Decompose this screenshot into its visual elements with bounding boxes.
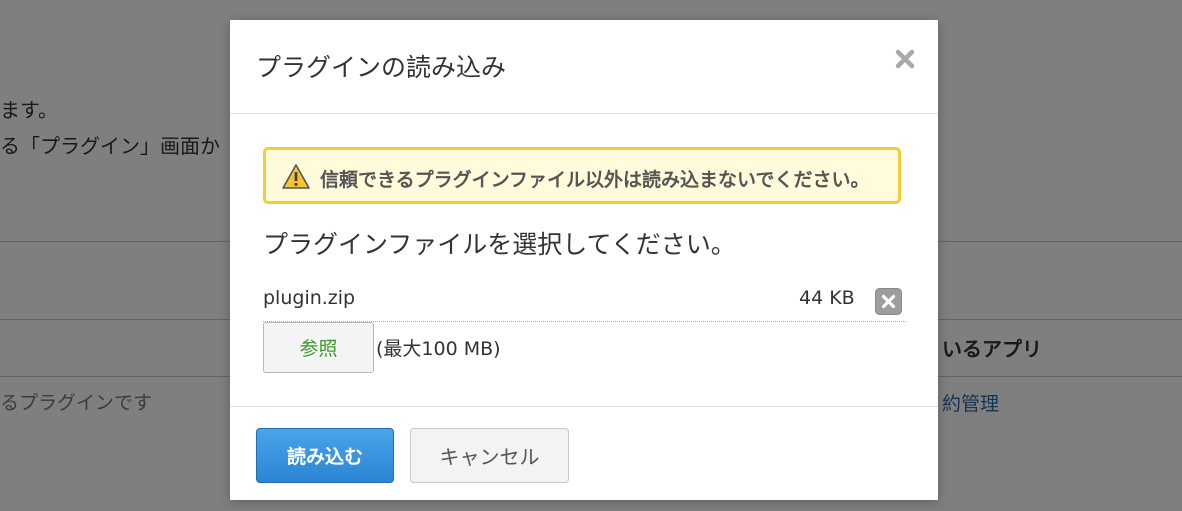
plugin-import-dialog: プラグインの読み込み 信頼できるプラグインファイル以外は読み込まないでください。… — [230, 20, 938, 500]
dialog-header: プラグインの読み込み — [230, 20, 938, 114]
browse-button[interactable]: 参照 — [263, 322, 374, 373]
file-name: plugin.zip — [263, 287, 356, 309]
select-file-label: プラグインファイルを選択してください。 — [263, 230, 736, 259]
cancel-button[interactable]: キャンセル — [410, 428, 569, 483]
warning-triangle-icon — [282, 164, 310, 190]
warning-message: 信頼できるプラグインファイル以外は読み込まないでください。 — [263, 147, 901, 204]
dialog-title: プラグインの読み込み — [256, 53, 507, 82]
max-file-size-note: (最大100 MB) — [376, 338, 501, 360]
warning-text: 信頼できるプラグインファイル以外は読み込まないでください。 — [320, 169, 870, 191]
close-icon[interactable] — [893, 47, 917, 71]
dialog-footer: 読み込む キャンセル — [230, 406, 938, 501]
selected-file-row: plugin.zip 44 KB — [263, 282, 906, 322]
import-button[interactable]: 読み込む — [256, 428, 394, 483]
remove-file-icon[interactable] — [875, 288, 902, 315]
file-size: 44 KB — [799, 287, 855, 309]
